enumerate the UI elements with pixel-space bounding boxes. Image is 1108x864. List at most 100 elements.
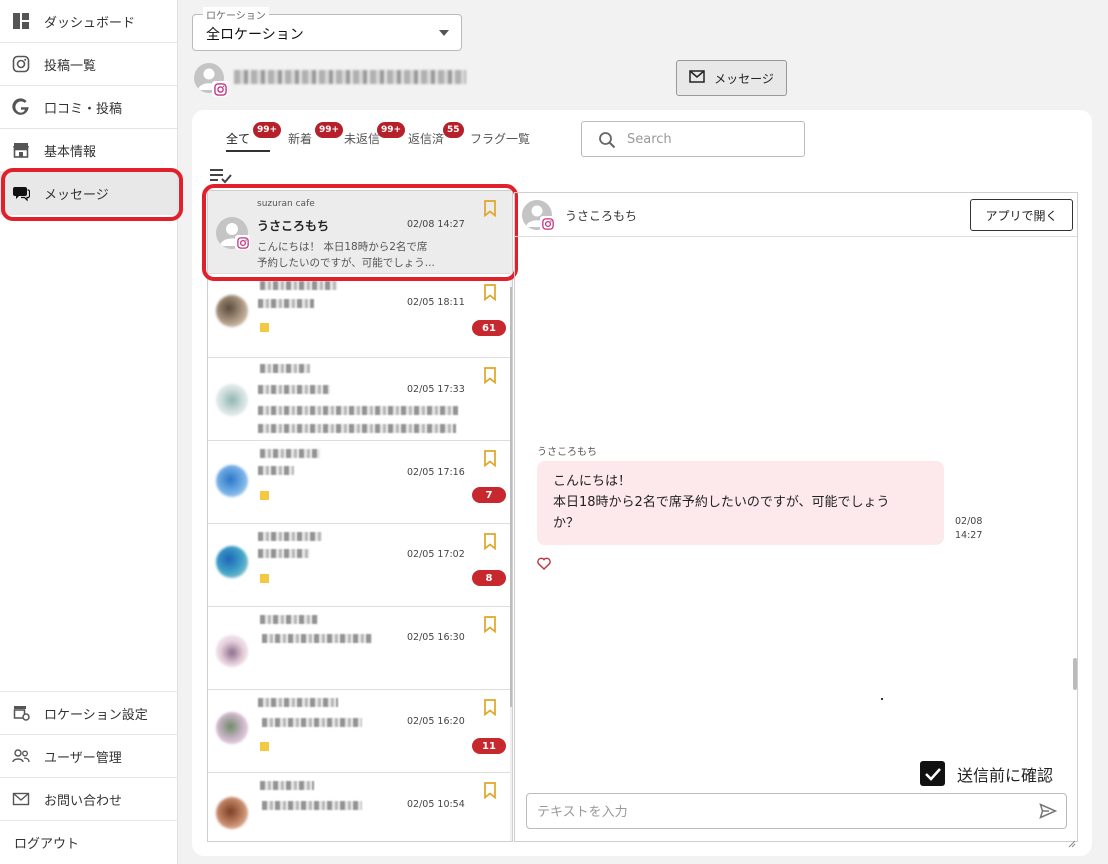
message-preview-redacted bbox=[262, 634, 372, 643]
message-preview-redacted bbox=[262, 718, 362, 727]
contact-name: うさころもち bbox=[257, 219, 330, 233]
message-preview-redacted bbox=[262, 801, 362, 810]
chat-contact-name: うさころもち bbox=[565, 209, 638, 223]
contact-name-redacted bbox=[260, 449, 320, 458]
message-bubble: こんにちは！ 本日18時から2名で席予約したいのですが、可能でしょう か？ bbox=[537, 461, 944, 545]
tab-label: 未返信 bbox=[344, 132, 381, 146]
conversation-item[interactable]: 02/05 18:11 61 bbox=[208, 275, 511, 358]
bookmark-icon[interactable] bbox=[483, 200, 497, 221]
bookmark-icon[interactable] bbox=[483, 367, 497, 388]
sidebar-item-label: お問い合わせ bbox=[44, 793, 123, 809]
bookmark-icon[interactable] bbox=[483, 450, 497, 471]
conversation-time: 02/05 16:20 bbox=[407, 716, 465, 727]
conversation-item[interactable]: 02/05 10:54 bbox=[208, 773, 511, 841]
tab-flagged[interactable]: フラグ一覧 bbox=[470, 130, 530, 152]
bookmark-icon[interactable] bbox=[483, 616, 497, 637]
sidebar-item-label: 投稿一覧 bbox=[44, 58, 97, 74]
contact-avatar-redacted bbox=[216, 295, 248, 327]
bookmark-icon[interactable] bbox=[483, 533, 497, 554]
sidebar-item-reviews[interactable]: 口コミ・投稿 bbox=[0, 86, 177, 129]
message-preview-line1: こんにちは！ 本日18時から2名で席 bbox=[257, 241, 428, 253]
conversation-time: 02/05 17:33 bbox=[407, 384, 465, 395]
location-select-value: 全ロケーション bbox=[206, 27, 304, 43]
caret-down-icon bbox=[439, 30, 449, 36]
message-compose-box[interactable] bbox=[526, 793, 1067, 829]
tab-replied[interactable]: 返信済 55 bbox=[408, 122, 464, 152]
bookmark-icon[interactable] bbox=[483, 699, 497, 720]
message-button-label: メッセージ bbox=[714, 71, 774, 86]
confirm-checkbox[interactable] bbox=[920, 761, 945, 786]
tab-label: フラグ一覧 bbox=[470, 132, 531, 146]
tab-badge: 99+ bbox=[377, 122, 406, 138]
sidebar-item-basic-info[interactable]: 基本情報 bbox=[0, 129, 177, 172]
contact-avatar-redacted bbox=[216, 546, 248, 578]
message-text-line: か？ bbox=[553, 516, 580, 531]
conversation-time: 02/05 18:11 bbox=[407, 297, 465, 308]
location-select-legend: ロケーション bbox=[203, 7, 269, 22]
confirm-before-send[interactable]: 送信前に確認 bbox=[920, 761, 1053, 786]
tab-all[interactable]: 全て 99+ bbox=[226, 122, 282, 152]
logout-link[interactable]: ログアウト bbox=[0, 821, 178, 864]
message-input[interactable] bbox=[537, 803, 1017, 821]
tab-badge: 99+ bbox=[315, 122, 344, 138]
bookmark-icon[interactable] bbox=[483, 782, 497, 803]
sidebar-item-label: ロケーション設定 bbox=[44, 707, 148, 723]
search-box[interactable] bbox=[581, 121, 805, 157]
sidebar-item-contact[interactable]: お問い合わせ bbox=[0, 778, 178, 821]
chat-scrollbar[interactable] bbox=[1073, 658, 1077, 690]
tab-unreplied[interactable]: 未返信 99+ bbox=[344, 122, 406, 152]
search-input[interactable] bbox=[627, 130, 787, 148]
tab-label: 全て bbox=[226, 132, 251, 146]
confirm-label: 送信前に確認 bbox=[957, 765, 1054, 785]
resize-handle-icon[interactable] bbox=[1068, 833, 1076, 852]
logout-label: ログアウト bbox=[14, 837, 80, 852]
sidebar-item-location-settings[interactable]: ロケーション設定 bbox=[0, 692, 178, 735]
heart-icon[interactable] bbox=[537, 555, 551, 574]
message-date: 02/08 bbox=[955, 516, 983, 527]
instagram-badge-icon bbox=[235, 235, 250, 250]
flag-marker bbox=[260, 323, 269, 332]
sidebar-item-label: ダッシュボード bbox=[44, 15, 136, 31]
unread-count-badge: 7 bbox=[472, 487, 506, 503]
message-timestamp: 02/08 14:27 bbox=[955, 515, 982, 543]
mail-icon bbox=[689, 70, 705, 86]
chat-icon bbox=[12, 184, 30, 202]
sidebar-item-posts[interactable]: 投稿一覧 bbox=[0, 43, 177, 86]
unread-count-badge: 61 bbox=[472, 320, 506, 336]
contact-name-redacted bbox=[260, 781, 314, 790]
send-icon[interactable] bbox=[1039, 803, 1058, 823]
bookmark-icon[interactable] bbox=[483, 284, 497, 305]
location-settings-icon bbox=[12, 704, 30, 722]
sidebar-item-messages[interactable]: メッセージ bbox=[0, 172, 177, 215]
conversation-item[interactable]: 02/05 17:02 8 bbox=[208, 524, 511, 607]
chat-pane: うさころもち アプリで開く うさころもち こんにちは！ 本日18時から2名で席予… bbox=[514, 192, 1078, 848]
conversation-item[interactable]: suzuran cafe うさころもち 02/08 14:27 こんにちは！ 本… bbox=[208, 191, 511, 274]
location-select[interactable]: ロケーション 全ロケーション bbox=[192, 7, 462, 51]
conversation-item[interactable]: 02/05 17:16 7 bbox=[208, 441, 511, 524]
contact-name-redacted bbox=[260, 364, 310, 373]
instagram-badge-icon bbox=[540, 216, 555, 231]
open-in-app-button[interactable]: アプリで開く bbox=[970, 199, 1073, 231]
messages-panel: 全て 99+ 新着 99+ 未返信 99+ 返信済 55 フラグ一覧 suzur… bbox=[192, 110, 1092, 856]
sidebar-item-user-management[interactable]: ユーザー管理 bbox=[0, 735, 178, 778]
tab-badge: 55 bbox=[443, 122, 464, 138]
instagram-icon bbox=[12, 55, 30, 73]
conversation-item[interactable]: 02/05 16:30 bbox=[208, 607, 511, 690]
contact-avatar-redacted bbox=[216, 635, 248, 667]
sidebar-item-label: 基本情報 bbox=[44, 144, 97, 160]
dot-mark bbox=[881, 698, 883, 700]
sidebar-item-label: 口コミ・投稿 bbox=[44, 101, 123, 117]
conversation-item[interactable]: 02/05 16:20 11 bbox=[208, 690, 511, 773]
sort-filter-icon[interactable] bbox=[210, 168, 232, 188]
message-button[interactable]: メッセージ bbox=[676, 60, 787, 96]
message-preview-line2: 予約したいのですが、可能でしょう... bbox=[257, 257, 435, 269]
tab-new[interactable]: 新着 99+ bbox=[288, 122, 344, 152]
message-time: 14:27 bbox=[955, 530, 983, 541]
flag-marker bbox=[260, 742, 269, 751]
conversation-item[interactable]: 02/05 17:33 bbox=[208, 358, 511, 441]
users-icon bbox=[12, 747, 30, 765]
list-scrollbar[interactable] bbox=[510, 287, 512, 707]
sidebar-item-dashboard[interactable]: ダッシュボード bbox=[0, 0, 177, 43]
chat-header: うさころもち アプリで開く bbox=[515, 193, 1077, 237]
account-name-redacted bbox=[234, 70, 466, 84]
